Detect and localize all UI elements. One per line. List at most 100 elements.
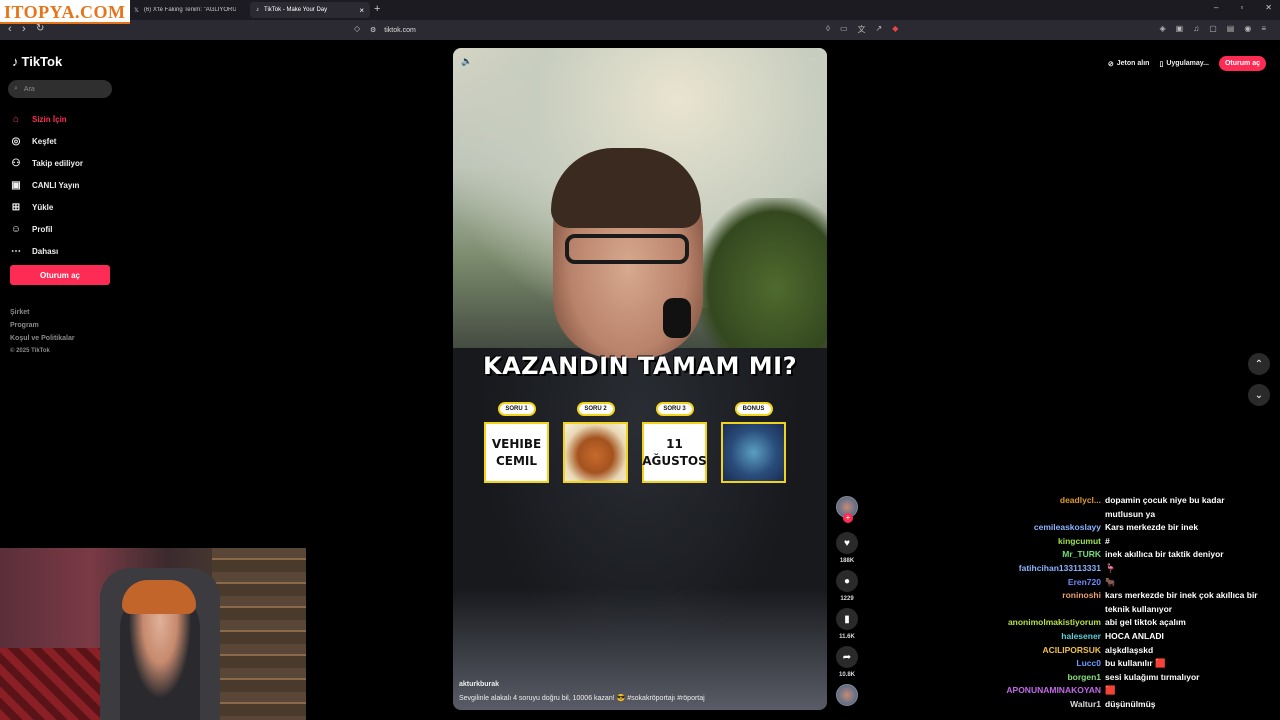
chat-text: abi gel tiktok açalım xyxy=(1105,617,1186,628)
chat-message: borgen1 sesi kulağımı tırmalıyor xyxy=(940,671,1270,685)
screenshot-icon[interactable]: ▢ xyxy=(1209,24,1217,33)
header-login-button[interactable]: Oturum aç xyxy=(1218,56,1266,71)
chat-message: APONUNAMINAKOYAN 🟥 xyxy=(940,684,1270,698)
heart-icon[interactable]: ♥ xyxy=(836,532,858,554)
chat-text: düşünülmüş xyxy=(1105,698,1156,709)
share-count: 10.8K xyxy=(838,672,855,678)
webcam-bookshelf xyxy=(212,548,306,720)
forward-icon[interactable]: › xyxy=(22,23,26,35)
screen-icon[interactable]: ▭ xyxy=(840,24,848,35)
options-icon[interactable]: ⋯ xyxy=(809,54,819,65)
sidebar-item-profile[interactable]: ☺ Profil xyxy=(10,218,83,240)
sidebar-item-following[interactable]: ⚇ Takip ediliyor xyxy=(10,152,83,174)
chat-text: 🟥 xyxy=(1105,685,1116,696)
upload-icon: ⊞ xyxy=(11,201,21,213)
close-icon[interactable]: × xyxy=(359,6,364,15)
avatar[interactable]: + xyxy=(836,496,858,523)
share-action[interactable]: ➦ 10.8K xyxy=(835,646,859,678)
reload-icon[interactable]: ↻ xyxy=(36,23,44,34)
maximize-icon[interactable]: ▫ xyxy=(1240,3,1243,12)
menu-icon[interactable]: ≡ xyxy=(1261,24,1266,33)
compass-icon: ◎ xyxy=(11,135,21,147)
save-action[interactable]: ▮ 11.6K xyxy=(835,608,859,640)
share-icon[interactable]: ↗ xyxy=(876,24,883,35)
comment-action[interactable]: ● 1229 xyxy=(835,570,859,602)
get-coins-label: Jeton alın xyxy=(1116,60,1150,67)
search-placeholder: Ara xyxy=(23,85,35,93)
search-input[interactable]: ⌕ Ara xyxy=(8,80,112,98)
chat-text: alşkdlaşskd xyxy=(1105,644,1154,655)
sidebar-toggle-icon[interactable]: ▣ xyxy=(1176,24,1184,33)
bookmark-icon[interactable]: ◇ xyxy=(354,24,360,33)
login-button[interactable]: Oturum aç xyxy=(10,265,110,285)
chevron-down-icon[interactable]: ⌄ xyxy=(1248,384,1270,406)
wallet-icon[interactable]: ◉ xyxy=(1244,24,1251,33)
answer-line: AĞUSTOS xyxy=(642,453,707,468)
music-icon[interactable]: ♫ xyxy=(1193,24,1199,33)
site-info-icon[interactable]: ⚙ xyxy=(370,26,376,34)
sound-disc-icon[interactable] xyxy=(836,684,858,706)
chat-user: deadlycl... xyxy=(1059,495,1101,505)
minimize-icon[interactable]: – xyxy=(1214,3,1218,12)
footer-link-terms[interactable]: Koşul ve Politikalar xyxy=(10,332,75,345)
sidebar-item-live[interactable]: ▣ CANLI Yayın xyxy=(10,174,83,196)
browser-tab-tiktok[interactable]: ♪ TikTok - Make Your Day × xyxy=(250,2,370,18)
bookmark-icon[interactable]: ▮ xyxy=(836,608,858,630)
comment-icon[interactable]: ● xyxy=(836,570,858,592)
chat-text: inek akıllıca bir taktik deniyor xyxy=(1105,549,1224,560)
video-person-glasses xyxy=(565,234,689,264)
like-count: 188K xyxy=(839,558,855,564)
video-author[interactable]: akturkburak xyxy=(459,681,499,688)
translate-icon[interactable]: 文 xyxy=(858,24,866,35)
video-player[interactable]: 🔈 ⋯ KAZANDIN TAMAM MI? SORU 1 VEHIBE CEMI… xyxy=(453,48,827,710)
browser-tab-x[interactable]: 𝕏 (6) X'te Faking Tenim: "AĞLIYORUM &... xyxy=(128,2,248,18)
food-image xyxy=(563,422,628,483)
chat-user: APONUNAMINAKOYAN xyxy=(1006,685,1101,696)
panel-icon[interactable]: ▤ xyxy=(1227,24,1235,33)
sidebar-item-for-you[interactable]: ⌂ Sizin İçin xyxy=(10,108,83,130)
sound-avatar-action[interactable] xyxy=(835,684,859,706)
footer-links: Şirket Program Koşul ve Politikalar © 20… xyxy=(10,306,75,358)
header-actions: ⊘ Jeton alın ▯ Uygulamay... Oturum aç xyxy=(1108,56,1266,71)
chat-message: kingcumut # xyxy=(940,535,1270,549)
get-coins-button[interactable]: ⊘ Jeton alın xyxy=(1108,60,1150,68)
chat-message: Eren720 🐂 xyxy=(940,576,1270,590)
sidebar-item-label: Takip ediliyor xyxy=(32,158,83,168)
author-avatar-action[interactable]: + xyxy=(835,496,859,523)
tab-label: (6) X'te Faking Tenim: "AĞLIYORUM &... xyxy=(143,7,236,13)
sidebar-menu: ⌂ Sizin İçin ◎ Keşfet ⚇ Takip ediliyor ▣… xyxy=(10,108,83,262)
answer-line: VEHIBE xyxy=(491,436,542,451)
back-icon[interactable]: ‹ xyxy=(8,23,12,35)
question-cards: SORU 1 VEHIBE CEMIL SORU 2 SORU 3 11 AĞUST… xyxy=(484,402,786,483)
close-window-icon[interactable]: ✕ xyxy=(1265,3,1272,12)
get-app-button[interactable]: ▯ Uygulamay... xyxy=(1159,60,1209,68)
copyright: © 2025 TikTok xyxy=(10,348,50,354)
chat-message: roninoshi kars merkezde bir inek çok akıl… xyxy=(940,589,1270,616)
sidebar-item-label: Sizin İçin xyxy=(32,114,67,124)
tiktok-logo[interactable]: ♪ TikTok xyxy=(12,54,62,69)
blurred-image xyxy=(721,422,786,483)
volume-icon[interactable]: 🔈 xyxy=(461,56,472,67)
chat-user: ACILIPORSUK xyxy=(1042,644,1101,655)
browser-extension-icons: ◈ ▣ ♫ ▢ ▤ ◉ ≡ xyxy=(1160,24,1267,33)
new-tab-button[interactable]: + xyxy=(374,3,380,15)
sidebar-item-label: Keşfet xyxy=(32,136,57,146)
shield-icon[interactable]: ◆ xyxy=(892,24,898,35)
sidebar-item-more[interactable]: ⋯ Dahası xyxy=(10,240,83,262)
like-action[interactable]: ♥ 188K xyxy=(835,532,859,564)
chat-text: # xyxy=(1105,535,1110,546)
question-card: SORU 3 11 AĞUSTOS xyxy=(642,402,707,483)
follow-plus-icon[interactable]: + xyxy=(843,513,853,523)
extensions-icon[interactable]: ◈ xyxy=(1160,24,1166,33)
home-icon: ⌂ xyxy=(12,113,20,125)
chevron-up-icon[interactable]: ⌃ xyxy=(1248,353,1270,375)
question-answer: VEHIBE CEMIL xyxy=(484,422,549,483)
mute-icon[interactable]: ◊ xyxy=(826,24,830,35)
address-bar-actions: ◊ ▭ 文 ↗ ◆ xyxy=(826,24,898,35)
footer-link-program[interactable]: Program xyxy=(10,319,75,332)
sidebar-item-upload[interactable]: ⊞ Yükle xyxy=(10,196,83,218)
sidebar-item-explore[interactable]: ◎ Keşfet xyxy=(10,130,83,152)
share-icon[interactable]: ➦ xyxy=(836,646,858,668)
more-icon: ⋯ xyxy=(11,245,21,257)
footer-link-company[interactable]: Şirket xyxy=(10,306,75,319)
